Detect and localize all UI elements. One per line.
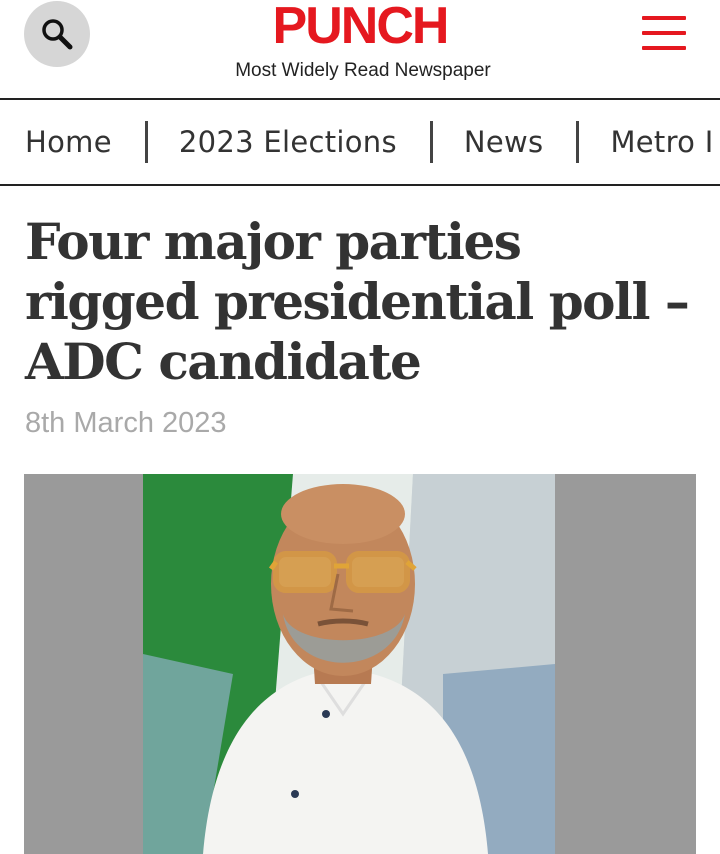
- category-nav: Home 2023 Elections News Metro I: [0, 98, 720, 186]
- nav-item-news[interactable]: News: [464, 125, 544, 159]
- nav-divider: [144, 121, 148, 163]
- article-date: 8th March 2023: [25, 407, 227, 439]
- nav-item-home[interactable]: Home: [25, 125, 112, 159]
- nav-item-metro[interactable]: Metro I: [610, 125, 713, 159]
- article-headline: Four major parties rigged presidential p…: [25, 212, 690, 391]
- site-tagline: Most Widely Read Newspaper: [235, 60, 491, 81]
- site-logo[interactable]: PUNCH: [0, 0, 720, 58]
- nav-item-2023-elections[interactable]: 2023 Elections: [179, 125, 397, 159]
- nav-divider: [576, 121, 580, 163]
- nav-divider: [429, 121, 433, 163]
- portrait-image: [143, 474, 555, 854]
- site-header: PUNCH Most Widely Read Newspaper: [0, 0, 720, 99]
- hamburger-menu-icon[interactable]: [642, 14, 688, 52]
- article-photo: [24, 474, 696, 854]
